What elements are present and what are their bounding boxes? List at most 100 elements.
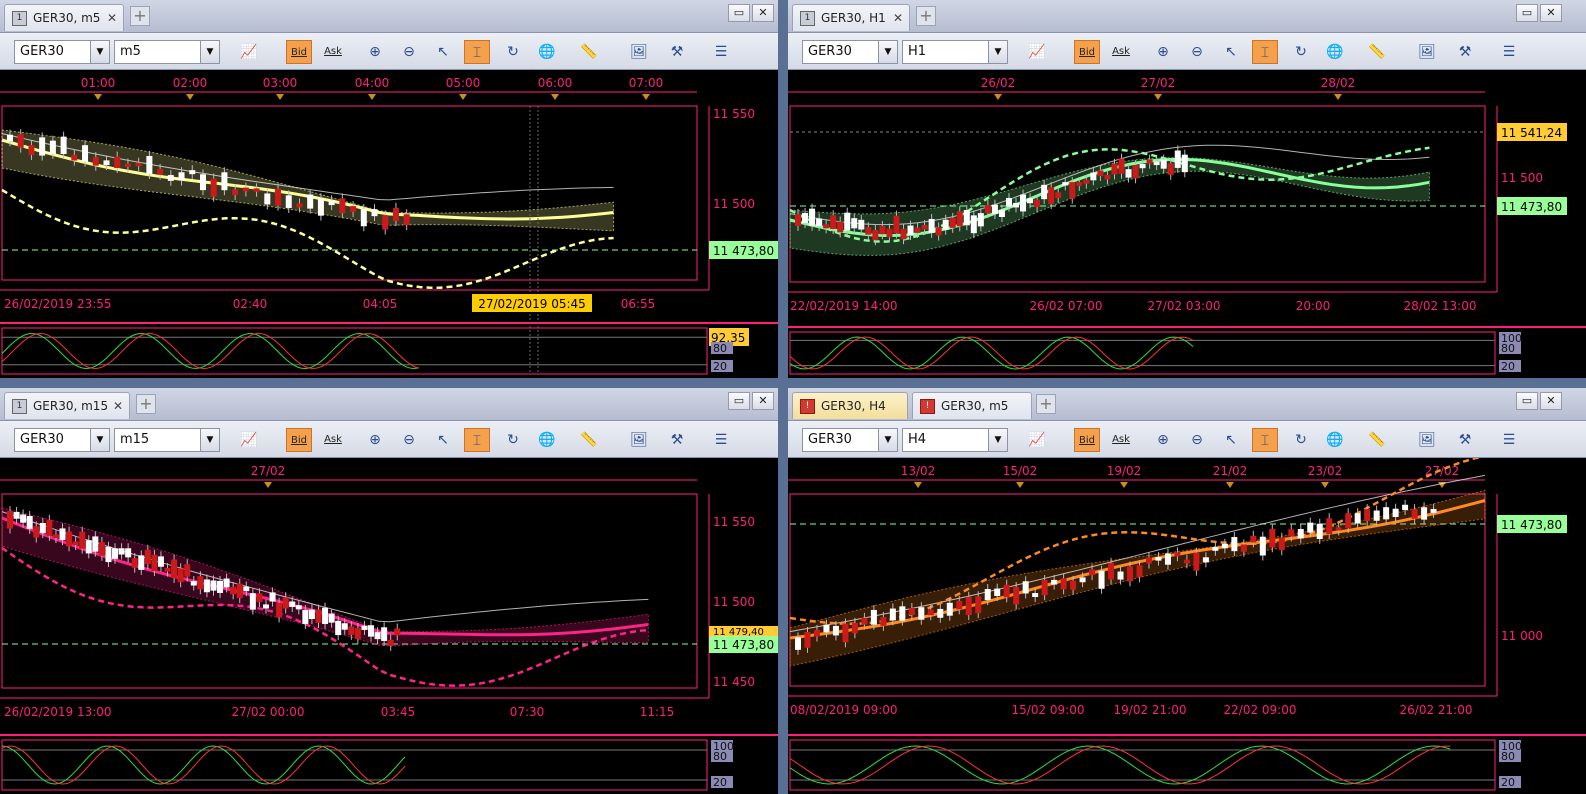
refresh-icon[interactable]: ↻ xyxy=(1288,40,1314,64)
image-icon[interactable]: 🖼 xyxy=(1414,40,1440,64)
zoom-in-icon[interactable]: ⊕ xyxy=(362,428,388,452)
timeframe-select[interactable]: H1 ▼ xyxy=(902,40,1008,64)
indicators-icon[interactable]: ☰ xyxy=(708,428,734,452)
draw-tools-icon[interactable]: ⚒ xyxy=(664,428,690,452)
candle xyxy=(157,168,164,175)
zoom-out-icon[interactable]: ⊖ xyxy=(1184,428,1210,452)
restore-button[interactable]: ▭ xyxy=(1516,4,1538,22)
crosshair-icon[interactable]: ⌶ xyxy=(464,428,490,452)
ruler-icon[interactable]: 📏 xyxy=(576,40,602,64)
chart-canvas[interactable]: 26/02 27/02 28/02 11 500 11 473,80 11 541,24 2… xyxy=(788,70,1586,378)
cursor-icon[interactable]: ↖ xyxy=(430,428,456,452)
stochastic-k-line xyxy=(789,745,1451,785)
bid-button[interactable]: Bid xyxy=(286,428,312,452)
new-tab-button[interactable]: + xyxy=(136,394,156,414)
price-chart[interactable]: 27/02 11 550 11 500 11 450 11 473,80 11 479,4… xyxy=(0,458,778,794)
cursor-icon[interactable]: ↖ xyxy=(1218,40,1244,64)
ruler-icon[interactable]: 📏 xyxy=(1364,428,1390,452)
globe-icon[interactable]: 🌐 xyxy=(534,40,560,64)
tab-close-icon[interactable]: ✕ xyxy=(113,393,123,419)
refresh-icon[interactable]: ↻ xyxy=(1288,428,1314,452)
chart-type-icon[interactable]: 📈 xyxy=(1024,428,1050,452)
candle xyxy=(264,193,271,205)
stochastic-d-line xyxy=(789,336,1194,370)
candle xyxy=(861,617,868,625)
restore-button[interactable]: ▭ xyxy=(1516,392,1538,410)
restore-button[interactable]: ▭ xyxy=(728,392,750,410)
timeframe-select[interactable]: H4 ▼ xyxy=(902,428,1008,452)
zoom-out-icon[interactable]: ⊖ xyxy=(1184,40,1210,64)
zoom-in-icon[interactable]: ⊕ xyxy=(1150,40,1176,64)
tab-ger30-m5[interactable]: ! GER30, m5 xyxy=(912,392,1032,419)
image-icon[interactable]: 🖼 xyxy=(626,428,652,452)
crosshair-icon[interactable]: ⌶ xyxy=(1252,428,1278,452)
chart-type-icon[interactable]: 📈 xyxy=(1024,40,1050,64)
indicators-icon[interactable]: ☰ xyxy=(1496,428,1522,452)
chart-canvas[interactable]: 01:00 02:00 03:00 04:00 05:00 06:00 07:00 11 55… xyxy=(0,70,778,378)
timeframe-select[interactable]: m5 ▼ xyxy=(114,40,220,64)
timeframe-value: H1 xyxy=(908,44,927,59)
globe-icon[interactable]: 🌐 xyxy=(1322,40,1348,64)
indicators-icon[interactable]: ☰ xyxy=(708,40,734,64)
stochastic-d-line xyxy=(789,745,1451,785)
tab-ger30-h4[interactable]: ! GER30, H4 xyxy=(792,392,908,419)
zoom-out-icon[interactable]: ⊖ xyxy=(396,40,422,64)
globe-icon[interactable]: 🌐 xyxy=(534,428,560,452)
close-window-button[interactable]: ✕ xyxy=(752,4,774,22)
chart-type-icon[interactable]: 📈 xyxy=(236,428,262,452)
price-axis-label: 11 550 xyxy=(713,515,755,529)
new-tab-button[interactable]: + xyxy=(916,6,936,26)
ruler-icon[interactable]: 📏 xyxy=(576,428,602,452)
refresh-icon[interactable]: ↻ xyxy=(500,40,526,64)
candle xyxy=(39,522,46,534)
cursor-icon[interactable]: ↖ xyxy=(1218,428,1244,452)
refresh-icon[interactable]: ↻ xyxy=(500,428,526,452)
draw-tools-icon[interactable]: ⚒ xyxy=(664,40,690,64)
tab-ger30-m5[interactable]: 1 GER30, m5 ✕ xyxy=(4,4,124,31)
new-tab-button[interactable]: + xyxy=(130,6,150,26)
symbol-select[interactable]: GER30 ▼ xyxy=(802,40,898,64)
close-window-button[interactable]: ✕ xyxy=(1540,4,1562,22)
tab-ger30-h1[interactable]: 1 GER30, H1 ✕ xyxy=(792,4,910,31)
price-chart[interactable]: 01:00 02:00 03:00 04:00 05:00 06:00 07:00 11 55… xyxy=(0,70,778,378)
zoom-in-icon[interactable]: ⊕ xyxy=(362,40,388,64)
bid-button[interactable]: Bid xyxy=(1074,428,1100,452)
chart-type-icon[interactable]: 📈 xyxy=(236,40,262,64)
tab-ger30-m15[interactable]: 1 GER30, m15 ✕ xyxy=(4,392,130,419)
close-window-button[interactable]: ✕ xyxy=(752,392,774,410)
close-window-button[interactable]: ✕ xyxy=(1540,392,1562,410)
ask-button[interactable]: Ask xyxy=(320,40,346,64)
price-chart[interactable]: 13/02 15/02 19/02 21/02 23/02 27/02 11 000 11 4… xyxy=(788,458,1586,794)
image-icon[interactable]: 🖼 xyxy=(626,40,652,64)
ruler-icon[interactable]: 📏 xyxy=(1364,40,1390,64)
ask-button[interactable]: Ask xyxy=(1108,40,1134,64)
chart-canvas[interactable]: 27/02 11 550 11 500 11 450 11 473,8011 479,4… xyxy=(0,458,778,794)
tab-close-icon[interactable]: ✕ xyxy=(107,5,117,31)
indicators-icon[interactable]: ☰ xyxy=(1496,40,1522,64)
crosshair-icon[interactable]: ⌶ xyxy=(1252,40,1278,64)
timeframe-select[interactable]: m15 ▼ xyxy=(114,428,220,452)
symbol-select[interactable]: GER30 ▼ xyxy=(14,428,110,452)
ask-button[interactable]: Ask xyxy=(320,428,346,452)
cursor-icon[interactable]: ↖ xyxy=(430,40,456,64)
symbol-select[interactable]: GER30 ▼ xyxy=(802,428,898,452)
session-marker-icon xyxy=(1226,482,1234,488)
ask-button[interactable]: Ask xyxy=(1108,428,1134,452)
tab-close-icon[interactable]: ✕ xyxy=(893,5,903,31)
restore-button[interactable]: ▭ xyxy=(728,4,750,22)
image-icon[interactable]: 🖼 xyxy=(1414,428,1440,452)
draw-tools-icon[interactable]: ⚒ xyxy=(1452,428,1478,452)
symbol-select[interactable]: GER30 ▼ xyxy=(14,40,110,64)
candle xyxy=(802,213,809,224)
zoom-out-icon[interactable]: ⊖ xyxy=(396,428,422,452)
price-chart[interactable]: 26/02 27/02 28/02 11 500 11 473,80 11 541,24 2… xyxy=(788,70,1586,378)
zoom-in-icon[interactable]: ⊕ xyxy=(1150,428,1176,452)
bid-button[interactable]: Bid xyxy=(1074,40,1100,64)
new-tab-button[interactable]: + xyxy=(1036,394,1056,414)
crosshair-icon[interactable]: ⌶ xyxy=(464,40,490,64)
bid-button[interactable]: Bid xyxy=(286,40,312,64)
draw-tools-icon[interactable]: ⚒ xyxy=(1452,40,1478,64)
chart-canvas[interactable]: 13/02 15/02 19/02 21/02 23/02 27/0211 00011 4… xyxy=(788,458,1586,794)
globe-icon[interactable]: 🌐 xyxy=(1322,428,1348,452)
candle xyxy=(851,622,858,634)
